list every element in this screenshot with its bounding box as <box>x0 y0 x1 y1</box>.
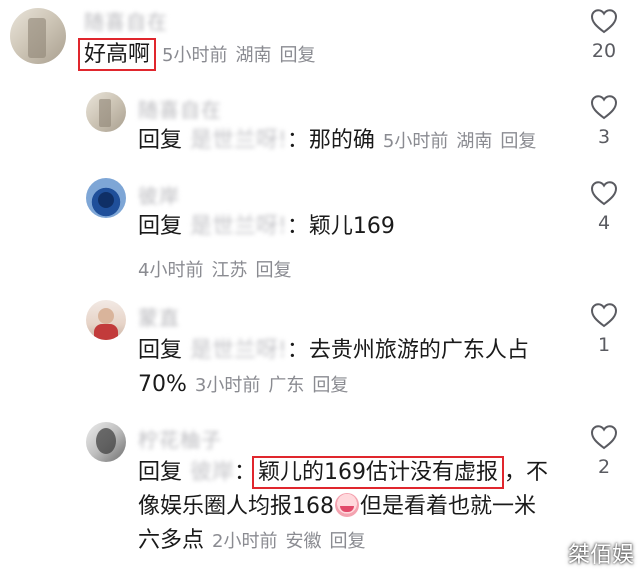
comment-text: 六多点 <box>138 528 205 553</box>
username[interactable]: 蒙直 <box>138 302 180 331</box>
comment-text: 但是看着也就一米 <box>360 494 537 519</box>
like-button[interactable]: 4 <box>574 180 634 234</box>
like-count: 2 <box>597 456 611 478</box>
comment-text-line: 回复 是世兰呀!：颖儿169 <box>138 212 395 242</box>
heart-outline-icon[interactable] <box>590 94 618 120</box>
comment-text-line: 回复 彼岸：颖儿的169估计没有虚报 ，不 <box>138 456 549 489</box>
mentioned-user[interactable]: 是世兰呀! <box>190 128 287 153</box>
comment-text: ，不 <box>504 460 549 485</box>
watermark: 桀佰娱 <box>567 543 634 568</box>
avatar[interactable] <box>10 8 66 64</box>
reply-prefix: 回复 <box>138 338 183 363</box>
comment-text: 去贵州旅游的广东人占 <box>308 338 529 363</box>
separator: ： <box>286 338 309 363</box>
avatar[interactable] <box>86 92 126 132</box>
comment-3: 彼岸 回复 是世兰呀!：颖儿169 4小时前 江苏 回复 4 <box>0 172 640 282</box>
comment-time: 3小时前 <box>194 375 261 396</box>
reply-prefix: 回复 <box>138 214 183 239</box>
separator: ： <box>286 128 309 153</box>
username[interactable]: 随喜自在 <box>84 6 168 35</box>
comment-location: 湖南 <box>456 131 493 152</box>
heart-outline-icon[interactable] <box>590 180 618 206</box>
comment-4: 蒙直 回复 是世兰呀!：去贵州旅游的广东人占 70% 3小时前 广东 回复 1 <box>0 292 640 412</box>
comment-location: 江苏 <box>211 260 248 281</box>
comment-time: 5小时前 <box>382 131 449 152</box>
mentioned-user[interactable]: 是世兰呀! <box>190 214 287 239</box>
comment-time: 5小时前 <box>162 45 228 66</box>
comment-text-line: 回复 是世兰呀!：那的确 5小时前 湖南 回复 <box>138 126 536 157</box>
comment-time: 2小时前 <box>212 531 278 552</box>
separator: ： <box>286 214 309 239</box>
like-button[interactable]: 2 <box>574 424 634 478</box>
comment-text: 颖儿169 <box>308 214 395 239</box>
like-button[interactable]: 3 <box>574 94 634 148</box>
heart-outline-icon[interactable] <box>590 8 618 34</box>
reply-button[interactable]: 回复 <box>312 375 348 396</box>
username[interactable]: 彼岸 <box>138 180 180 209</box>
comment-1: 随喜自在 好高啊 5小时前 湖南 回复 20 <box>0 0 640 80</box>
comment-text-line: 70% 3小时前 广东 回复 <box>138 370 348 401</box>
heart-outline-icon[interactable] <box>590 424 618 450</box>
reply-button[interactable]: 回复 <box>329 531 365 552</box>
comment-text: 70% <box>138 372 187 397</box>
comment-location: 湖南 <box>235 45 272 66</box>
reply-button[interactable]: 回复 <box>279 45 315 66</box>
separator: ： <box>234 460 257 485</box>
reply-prefix: 回复 <box>138 128 183 153</box>
comment-location: 安徽 <box>285 531 322 552</box>
comment-text: 像娱乐圈人均报168 <box>138 494 334 519</box>
comment-text-highlighted: 好高啊 <box>77 38 157 71</box>
username[interactable]: 柠花柚子 <box>138 424 222 453</box>
reply-button[interactable]: 回复 <box>255 260 291 281</box>
comment-text-highlighted: 颖儿的169估计没有虚报 <box>252 456 505 489</box>
comment-meta: 4小时前 江苏 回复 <box>138 256 291 282</box>
like-button[interactable]: 1 <box>574 302 634 356</box>
avatar[interactable] <box>86 300 126 340</box>
avatar[interactable] <box>86 422 126 462</box>
avatar[interactable] <box>86 178 126 218</box>
comment-text-line: 好高啊 5小时前 湖南 回复 <box>77 38 315 71</box>
like-count: 3 <box>597 126 611 148</box>
comment-location: 广东 <box>268 375 305 396</box>
comment-time: 4小时前 <box>138 260 204 281</box>
like-button[interactable]: 20 <box>574 8 634 62</box>
crying-laughing-emoji-icon <box>335 493 359 517</box>
comment-5: 柠花柚子 回复 彼岸：颖儿的169估计没有虚报 ，不 像娱乐圈人均报168 但是看着也… <box>0 416 640 573</box>
like-count: 4 <box>597 212 611 234</box>
mentioned-user[interactable]: 彼岸 <box>190 460 234 485</box>
comment-text: 那的确 <box>308 128 375 153</box>
reply-button[interactable]: 回复 <box>500 131 536 152</box>
username[interactable]: 随喜自在 <box>138 94 222 123</box>
mentioned-user[interactable]: 是世兰呀! <box>190 338 287 363</box>
comment-2: 随喜自在 回复 是世兰呀!：那的确 5小时前 湖南 回复 3 <box>0 88 640 168</box>
comment-text-line: 六多点 2小时前 安徽 回复 <box>138 526 365 557</box>
like-count: 20 <box>591 40 617 62</box>
comment-text-line: 像娱乐圈人均报168 但是看着也就一米 <box>138 492 536 522</box>
heart-outline-icon[interactable] <box>590 302 618 328</box>
comment-text-line: 回复 是世兰呀!：去贵州旅游的广东人占 <box>138 336 529 366</box>
reply-prefix: 回复 <box>138 460 183 485</box>
like-count: 1 <box>597 334 611 356</box>
